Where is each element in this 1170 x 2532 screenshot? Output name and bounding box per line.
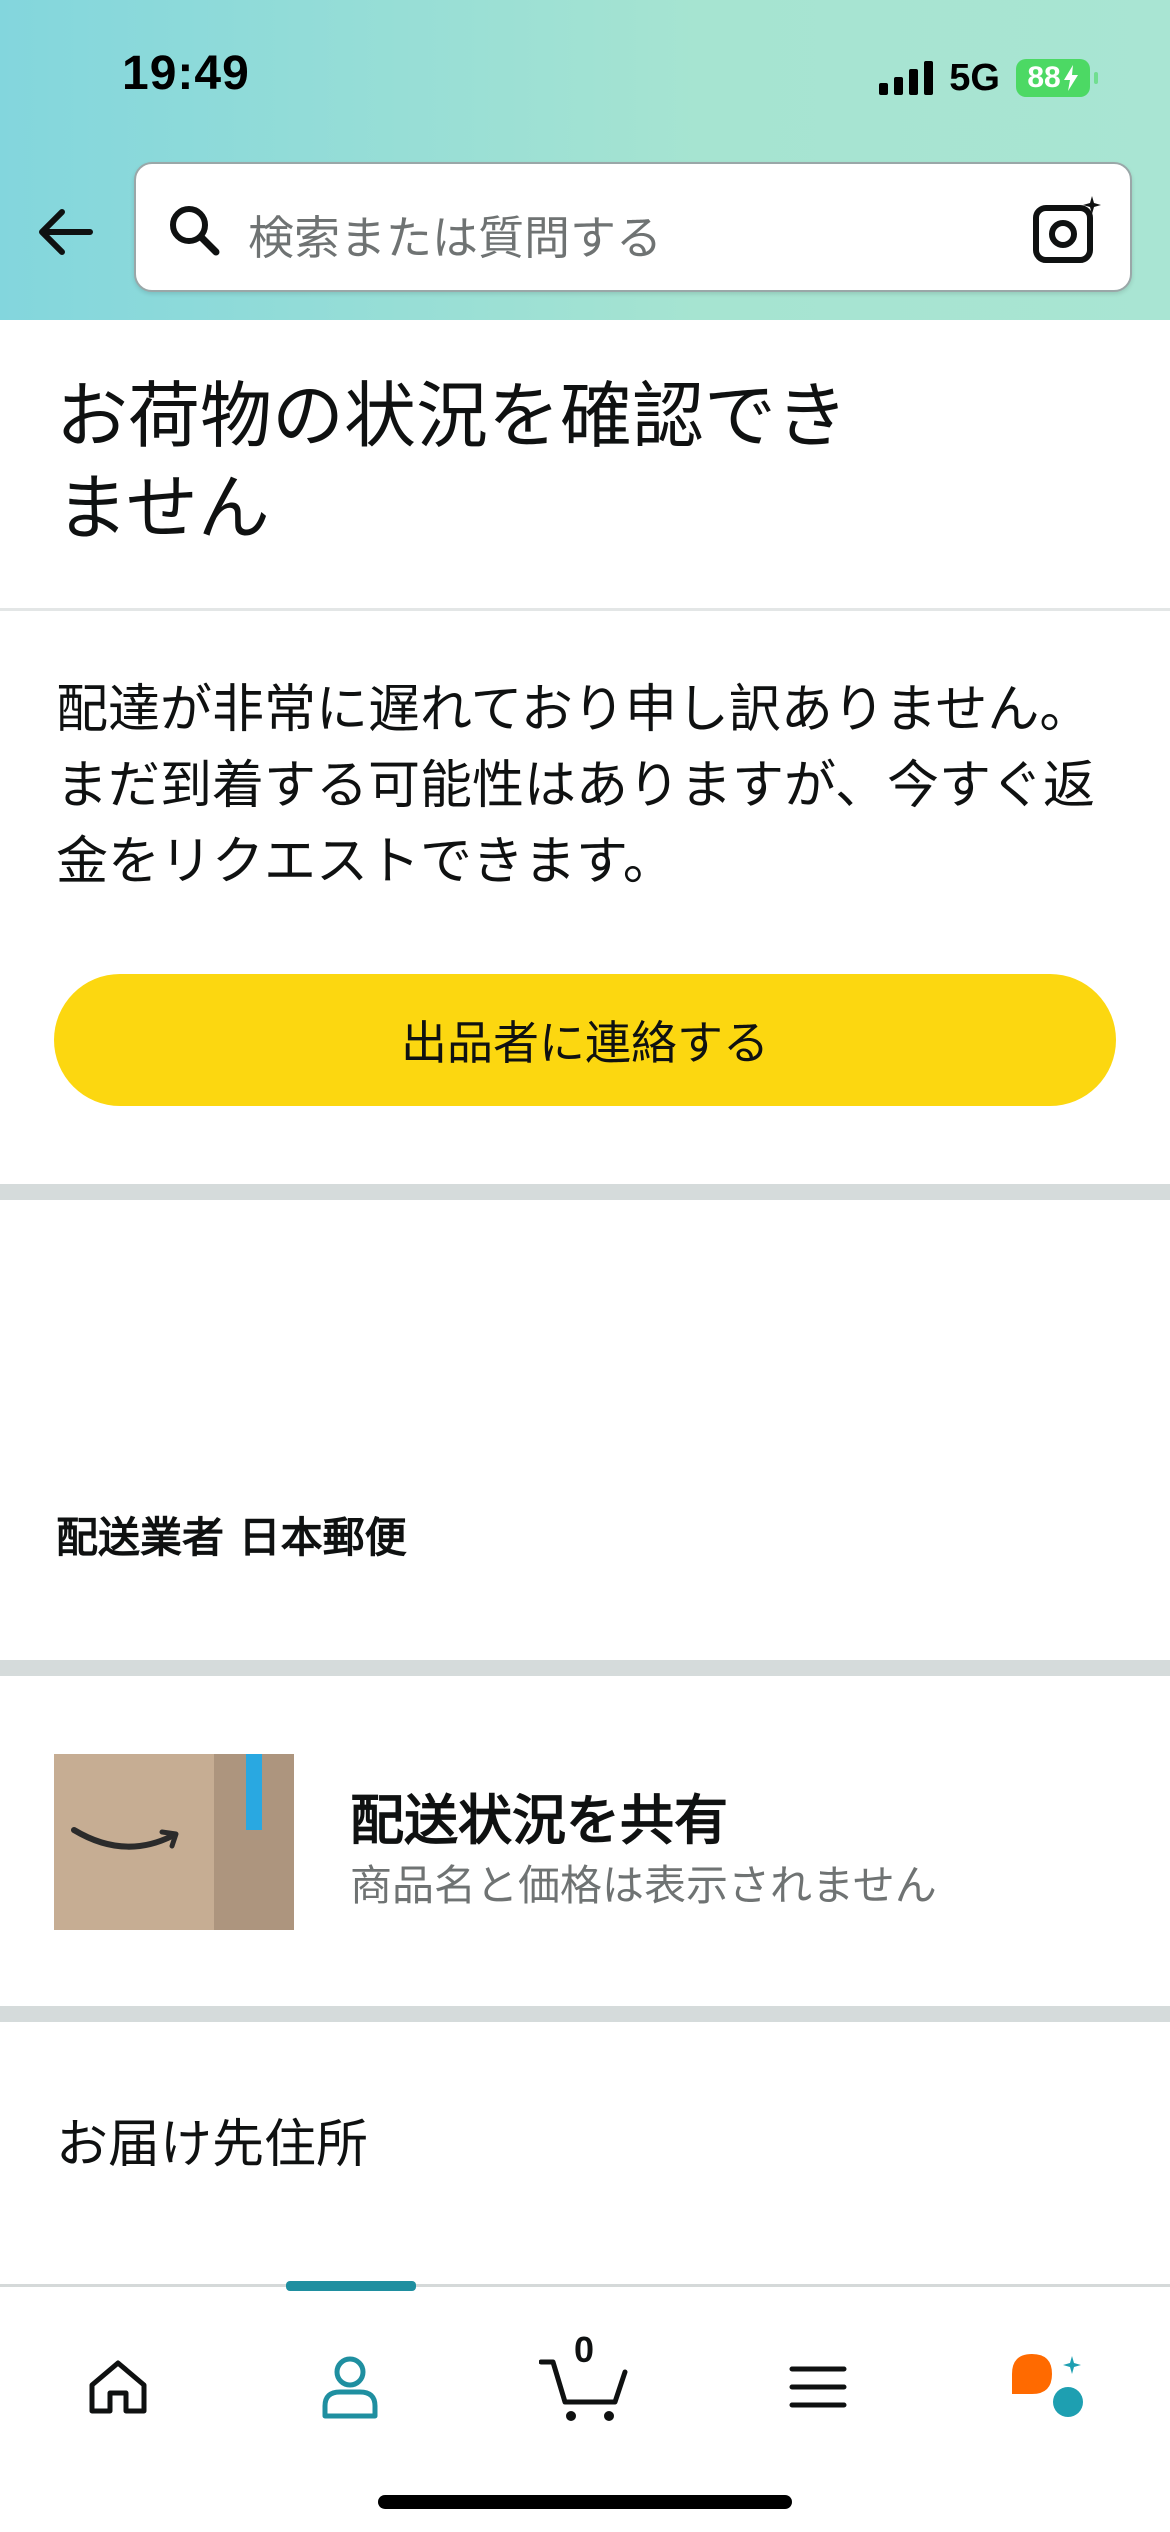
menu-icon xyxy=(789,2366,847,2408)
share-subtitle: 商品名と価格は表示されません xyxy=(350,1861,937,1910)
share-tracking-row[interactable]: 配送状況を共有 商品名と価格は表示されません xyxy=(0,1676,1170,2006)
active-tab-indicator xyxy=(286,2281,416,2291)
network-type: 5G xyxy=(949,56,1000,99)
assistant-tab[interactable] xyxy=(1000,2337,1100,2437)
back-arrow-icon[interactable] xyxy=(34,200,98,264)
home-tab[interactable] xyxy=(68,2337,168,2437)
page-title: お荷物の状況を確認できません xyxy=(56,374,849,550)
header: 19:49 5G 88 検索または質問する xyxy=(0,0,1170,320)
section-divider xyxy=(0,2006,1170,2022)
section-divider xyxy=(0,1660,1170,1676)
camera-lens-icon[interactable] xyxy=(1032,194,1104,266)
bottom-nav: 0 xyxy=(0,2281,1170,2532)
status-indicators: 5G 88 xyxy=(879,56,1098,100)
search-icon xyxy=(170,206,220,256)
home-indicator xyxy=(378,2495,792,2509)
delivery-address-heading: お届け先住所 xyxy=(56,2115,369,2175)
account-icon xyxy=(322,2356,378,2419)
assistant-icon xyxy=(1012,2354,1083,2417)
cart-count: 0 xyxy=(573,2329,595,2370)
carrier-label: 配送業者 日本郵便 xyxy=(56,1513,407,1562)
contact-seller-button[interactable]: 出品者に連絡する xyxy=(54,974,1116,1106)
divider xyxy=(0,608,1170,611)
account-tab[interactable] xyxy=(300,2337,400,2437)
signal-icon xyxy=(879,61,934,95)
status-time: 19:49 xyxy=(122,47,250,100)
smile-logo-icon xyxy=(71,1827,179,1850)
package-box-icon xyxy=(54,1754,294,1930)
home-icon xyxy=(89,2360,147,2414)
cart-tab[interactable]: 0 xyxy=(534,2329,634,2437)
share-title: 配送状況を共有 xyxy=(350,1789,728,1852)
delay-message: 配達が非常に遅れており申し訳ありません。まだ到着する可能性はありますが、今すぐ返… xyxy=(56,680,1095,892)
menu-tab[interactable] xyxy=(768,2337,868,2437)
section-divider xyxy=(0,1184,1170,1200)
search-bar[interactable]: 検索または質問する xyxy=(134,162,1132,292)
battery-icon: 88 xyxy=(1016,59,1098,97)
battery-level: 88 xyxy=(1027,61,1061,94)
charging-bolt-icon xyxy=(1063,65,1078,91)
search-input[interactable]: 検索または質問する xyxy=(248,202,662,268)
